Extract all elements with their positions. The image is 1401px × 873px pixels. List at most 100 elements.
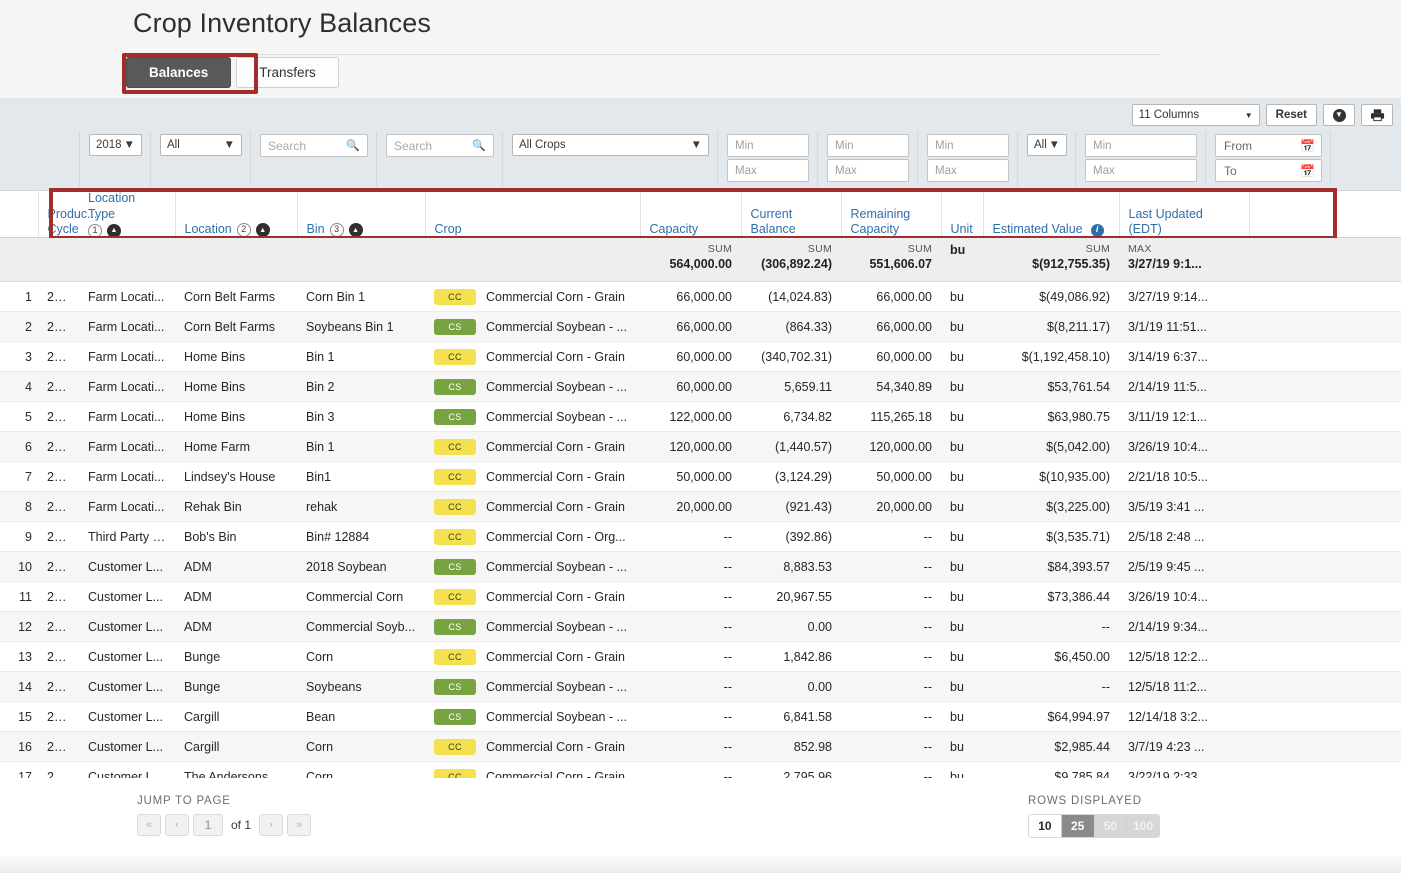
table-row[interactable]: 13 2018 Customer L... Bunge Corn CC Commercial…: [0, 641, 1401, 672]
table-row[interactable]: 4 2018 Farm Locati... Home Bins Bin 2 CS Comme…: [0, 371, 1401, 402]
current-balance-min-input[interactable]: Min: [827, 134, 909, 157]
current-balance-max-input[interactable]: Max: [827, 159, 909, 182]
rows-per-page-50[interactable]: 50: [1094, 815, 1128, 837]
col-remaining-capacity-line2: Capacity: [850, 222, 900, 237]
cell-bin: rehak: [297, 491, 425, 522]
cell-current-balance: 8,883.53: [741, 551, 841, 582]
col-current-balance[interactable]: Current Balance: [741, 191, 842, 244]
last-updated-to-input[interactable]: To 📅: [1215, 159, 1322, 182]
filter-current-balance: Min Max: [818, 132, 918, 187]
next-page-button[interactable]: ›: [259, 814, 284, 836]
table-row[interactable]: 16 2018 Customer L... Cargill Corn CC Commerci…: [0, 731, 1401, 762]
pagination: JUMP TO PAGE « ‹ 1 of 1 › »: [137, 795, 312, 836]
col-estimated-value[interactable]: Estimated Value i: [983, 191, 1120, 244]
last-page-button[interactable]: »: [287, 814, 312, 836]
unit-select[interactable]: All ▼: [1027, 134, 1067, 156]
table-row[interactable]: 6 2018 Farm Locati... Home Farm Bin 1 CC Comme…: [0, 431, 1401, 462]
summary-capacity-value: 564,000.00: [669, 257, 732, 272]
prev-page-button[interactable]: ‹: [165, 814, 189, 836]
crop-name: Commercial Soybean - ...: [486, 559, 628, 574]
table-row[interactable]: 10 2018 Customer L... ADM 2018 Soybean CS Comm…: [0, 551, 1401, 582]
reset-button[interactable]: Reset: [1265, 104, 1317, 126]
rows-per-page-25[interactable]: 25: [1061, 815, 1095, 837]
col-remaining-capacity[interactable]: Remaining Capacity: [841, 191, 942, 244]
crop-select[interactable]: All Crops ▼: [512, 134, 709, 156]
cell-unit: bu: [941, 461, 983, 492]
col-production-cycle[interactable]: Produc... Cycle: [38, 191, 98, 244]
col-last-updated-line1: Last Updated: [1128, 206, 1203, 221]
sort-ascending-icon[interactable]: ▲: [107, 223, 121, 238]
cell-last-updated: 3/5/19 3:41 ...: [1119, 491, 1249, 522]
print-button[interactable]: [1361, 104, 1393, 126]
cell-location: Corn Belt Farms: [175, 311, 297, 342]
col-bin[interactable]: Bin 3 ▲: [297, 191, 426, 244]
estimated-value-min-input[interactable]: Min: [1085, 134, 1197, 157]
table-row[interactable]: 15 2018 Customer L... Cargill Bean CS Commerci…: [0, 701, 1401, 732]
cell-current-balance: (1,440.57): [741, 431, 841, 462]
page-number-input[interactable]: 1: [193, 814, 223, 836]
table-row[interactable]: 9 2018 Third Party L... Bob's Bin Bin# 12884…: [0, 521, 1401, 552]
table-row[interactable]: 1 2018 Farm Locati... Corn Belt Farms Corn B…: [0, 282, 1401, 312]
calendar-icon[interactable]: 📅: [1300, 164, 1315, 178]
title-divider: [133, 54, 1161, 55]
table-row[interactable]: 3 2018 Farm Locati... Home Bins Bin 1 CC Comme…: [0, 341, 1401, 372]
columns-select[interactable]: 11 Columns ▼: [1131, 104, 1260, 126]
table-row[interactable]: 14 2018 Customer L... Bunge Soybeans CS Commer…: [0, 671, 1401, 702]
cell-spacer: [1249, 701, 1401, 732]
col-last-updated[interactable]: Last Updated (EDT): [1119, 191, 1250, 244]
download-button[interactable]: ▼: [1323, 104, 1355, 126]
tab-balances[interactable]: Balances: [126, 57, 232, 88]
tab-transfers[interactable]: Transfers: [236, 57, 339, 88]
remaining-capacity-max-input[interactable]: Max: [927, 159, 1009, 182]
table-row[interactable]: 8 2018 Farm Locati... Rehak Bin rehak CC Comme…: [0, 491, 1401, 522]
filter-toolbar-band: 11 Columns ▼ Reset ▼ 2018 ▼ All ▼ Search…: [0, 98, 1401, 190]
table-row[interactable]: 12 2018 Customer L... ADM Commercial Soyb...…: [0, 611, 1401, 642]
rows-per-page-10[interactable]: 10: [1029, 815, 1062, 837]
info-icon[interactable]: i: [1090, 223, 1104, 237]
columns-select-label: 11 Columns: [1138, 109, 1200, 121]
cell-current-balance: (14,024.83): [741, 282, 841, 312]
table-row[interactable]: 7 2018 Farm Locati... Lindsey's House Bin1 CC…: [0, 461, 1401, 492]
capacity-max-input[interactable]: Max: [727, 159, 809, 182]
col-crop[interactable]: Crop: [425, 191, 641, 244]
cell-capacity: --: [640, 521, 741, 552]
cell-estimated-value: $(8,211.17): [983, 311, 1119, 342]
col-estimated-value-label: Estimated Value: [992, 222, 1083, 237]
production-cycle-select[interactable]: 2018 ▼: [89, 134, 142, 156]
cell-production-cycle: 2018: [38, 611, 79, 642]
rows-per-page-100[interactable]: 100: [1127, 815, 1159, 837]
location-search-input[interactable]: Search 🔍: [260, 134, 368, 157]
col-unit[interactable]: Unit: [941, 191, 984, 244]
cell-estimated-value: $53,761.54: [983, 371, 1119, 402]
col-current-balance-line1: Current: [750, 206, 793, 221]
cell-crop: CC Commercial Corn - Grain: [425, 282, 640, 312]
col-capacity[interactable]: Capacity: [640, 191, 742, 244]
remaining-capacity-min-input[interactable]: Min: [927, 134, 1009, 157]
col-location-type[interactable]: Location Type 1 ▲: [79, 191, 176, 244]
first-page-button[interactable]: «: [137, 814, 161, 836]
cell-location: Bunge: [175, 671, 297, 702]
crop-code-chip: CS: [434, 618, 476, 635]
col-remaining-capacity-line1: Remaining: [850, 206, 911, 221]
bin-search-input[interactable]: Search 🔍: [386, 134, 494, 157]
sort-ascending-icon[interactable]: ▲: [348, 223, 363, 238]
crop-code-chip: CC: [434, 528, 476, 545]
table-row[interactable]: 5 2018 Farm Locati... Home Bins Bin 3 CS Comme…: [0, 401, 1401, 432]
estimated-value-max-input[interactable]: Max: [1085, 159, 1197, 182]
cell-unit: bu: [941, 671, 983, 702]
last-updated-from-input[interactable]: From 📅: [1215, 134, 1322, 157]
search-icon: 🔍: [346, 140, 360, 152]
calendar-icon[interactable]: 📅: [1300, 139, 1315, 153]
table-row[interactable]: 11 2018 Customer L... ADM Commercial Corn CC C…: [0, 581, 1401, 612]
location-type-select[interactable]: All ▼: [160, 134, 242, 156]
col-rownum: [0, 191, 39, 244]
sort-ascending-icon[interactable]: ▲: [255, 223, 270, 238]
cell-bin: Bean: [297, 701, 425, 732]
crop-name: Commercial Corn - Grain: [486, 349, 625, 364]
cell-remaining-capacity: 50,000.00: [841, 461, 941, 492]
col-location[interactable]: Location 2 ▲: [175, 191, 298, 244]
table-row[interactable]: 2 2018 Farm Locati... Corn Belt Farms Soybea…: [0, 311, 1401, 342]
capacity-min-input[interactable]: Min: [727, 134, 809, 157]
cell-unit: bu: [941, 581, 983, 612]
cell-production-cycle: 2018: [38, 311, 79, 342]
